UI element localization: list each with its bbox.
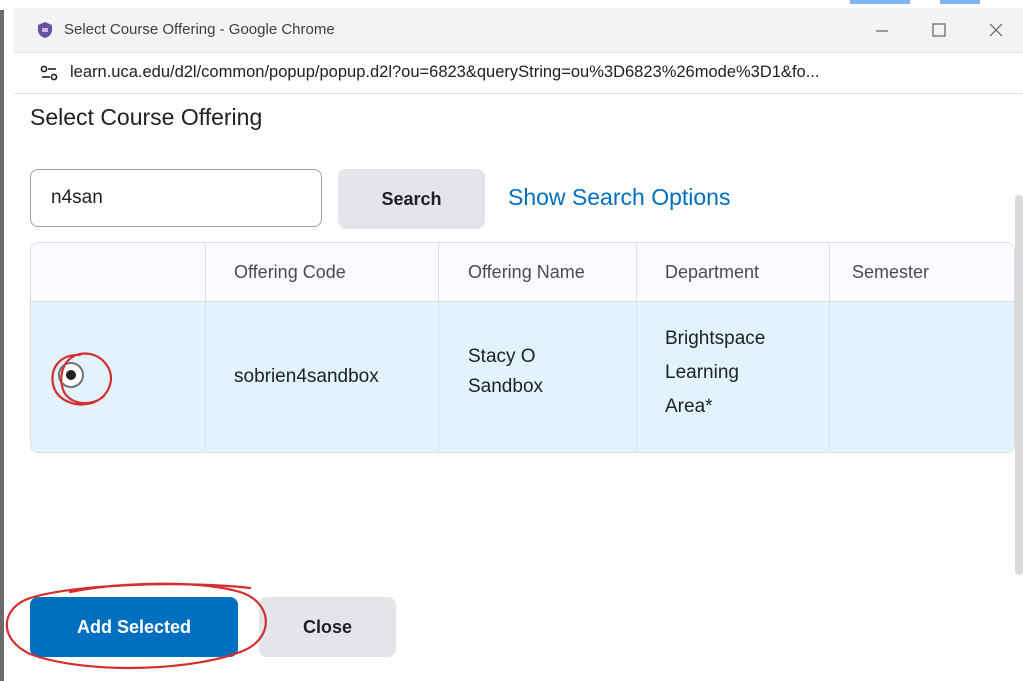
header-department: Department: [637, 243, 830, 301]
header-semester: Semester: [830, 243, 1014, 301]
table-row[interactable]: sobrien4sandbox Stacy O Sandbox Brightsp…: [31, 302, 1014, 452]
address-bar: learn.uca.edu/d2l/common/popup/popup.d2l…: [14, 53, 1023, 94]
header-select: [31, 243, 206, 301]
page-title: Select Course Offering: [30, 104, 263, 130]
add-selected-button[interactable]: Add Selected: [30, 597, 238, 657]
offering-name-line: Sandbox: [468, 376, 544, 397]
shield-icon: [38, 22, 52, 38]
offering-code: sobrien4sandbox: [234, 366, 379, 387]
header-offering-name: Offering Name: [439, 243, 637, 301]
department-line: Brightspace: [665, 328, 766, 349]
show-search-options-link[interactable]: Show Search Options: [508, 184, 730, 211]
window-titlebar: Select Course Offering - Google Chrome: [14, 8, 1023, 53]
tune-icon[interactable]: [38, 63, 60, 83]
department-line: Area*: [665, 396, 713, 417]
cell-offering-code: sobrien4sandbox: [206, 302, 439, 452]
url-text[interactable]: learn.uca.edu/d2l/common/popup/popup.d2l…: [70, 63, 819, 82]
maximize-icon[interactable]: [919, 14, 959, 46]
header-offering-name-label: Offering Name: [468, 262, 585, 282]
cell-offering-name: Stacy O Sandbox: [439, 302, 637, 452]
cell-department: Brightspace Learning Area*: [637, 302, 830, 452]
results-table: Offering Code Offering Name Department S…: [30, 242, 1015, 453]
scrollbar[interactable]: [1015, 195, 1023, 575]
header-offering-code-label: Offering Code: [234, 262, 346, 282]
radio-selected-dot: [66, 370, 76, 380]
cell-semester: [830, 302, 1014, 452]
search-input[interactable]: [30, 169, 322, 227]
radio-button[interactable]: [58, 362, 84, 388]
close-button[interactable]: Close: [259, 597, 396, 657]
search-button[interactable]: Search: [338, 169, 485, 229]
header-semester-label: Semester: [852, 262, 930, 282]
window-edge: [0, 0, 4, 681]
department-line: Learning: [665, 362, 739, 383]
header-offering-code: Offering Code: [206, 243, 439, 301]
header-department-label: Department: [665, 262, 760, 282]
table-header-row: Offering Code Offering Name Department S…: [31, 243, 1014, 302]
row-select-radio[interactable]: [52, 352, 114, 408]
offering-name-line: Stacy O: [468, 346, 536, 367]
close-window-icon[interactable]: [976, 14, 1016, 46]
window-title: Select Course Offering - Google Chrome: [64, 21, 335, 38]
minimize-icon[interactable]: [862, 14, 902, 46]
